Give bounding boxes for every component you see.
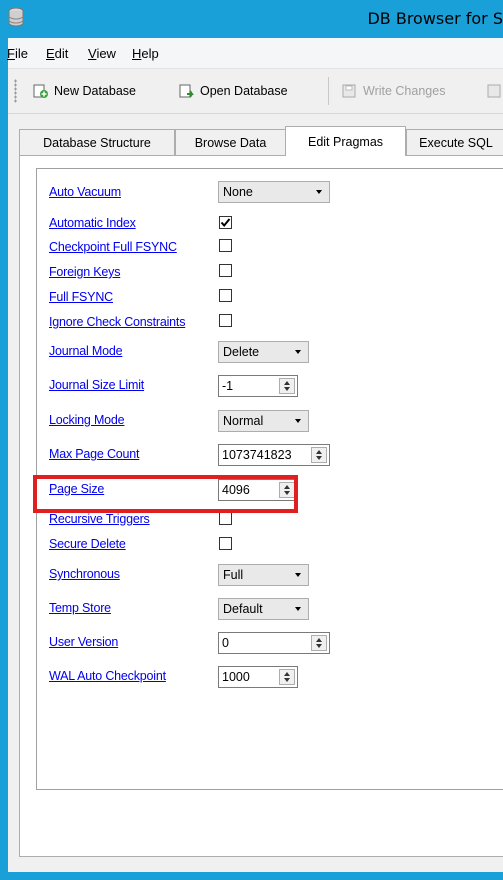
label-max-page-count[interactable]: Max Page Count [49, 447, 140, 461]
window-title: DB Browser for S [367, 9, 503, 28]
journal-size-limit-value: -1 [222, 379, 234, 393]
highlight-box [33, 475, 298, 513]
synchronous-select[interactable]: Full [218, 564, 309, 586]
wal-auto-checkpoint-value: 1000 [222, 670, 250, 684]
label-foreign-keys[interactable]: Foreign Keys [49, 265, 120, 279]
menu-help-label: elp [141, 46, 159, 61]
label-recursive-triggers[interactable]: Recursive Triggers [49, 512, 150, 526]
foreign-keys-checkbox[interactable] [219, 264, 232, 277]
tab-edit-pragmas[interactable]: Edit Pragmas [285, 126, 406, 156]
open-database-label: Open Database [200, 84, 288, 98]
write-changes-label: Write Changes [363, 84, 446, 98]
checkpoint-full-fsync-checkbox[interactable] [219, 239, 232, 252]
journal-size-limit-spinbox[interactable]: -1 [218, 375, 298, 397]
full-fsync-checkbox[interactable] [219, 289, 232, 302]
toolbar: New Database Open Database Write Changes [8, 69, 503, 114]
label-locking-mode[interactable]: Locking Mode [49, 413, 125, 427]
auto-vacuum-select[interactable]: None [218, 181, 330, 203]
chevron-down-icon [316, 190, 322, 194]
spin-down-icon [316, 456, 322, 460]
max-page-count-spinbox[interactable]: 1073741823 [218, 444, 330, 466]
app-frame: DB Browser for S File Edit View Help New… [0, 0, 503, 880]
ignore-check-constraints-checkbox[interactable] [219, 314, 232, 327]
menu-bar: File Edit View Help [7, 38, 503, 69]
user-version-value: 0 [222, 636, 229, 650]
menu-file-label: ile [14, 46, 28, 61]
revert-changes-button[interactable] [486, 81, 503, 101]
spin-buttons[interactable] [311, 635, 327, 651]
new-database-label: New Database [54, 84, 136, 98]
menu-view[interactable]: View [88, 46, 116, 61]
spin-up-icon [316, 450, 322, 454]
tab-bar: Database Structure Browse Data Edit Prag… [8, 126, 503, 156]
label-user-version[interactable]: User Version [49, 635, 118, 649]
spin-down-icon [316, 644, 322, 648]
new-database-icon [33, 84, 48, 98]
revert-changes-icon [487, 84, 501, 98]
spin-up-icon [284, 672, 290, 676]
auto-vacuum-value: None [223, 185, 253, 199]
journal-mode-select[interactable]: Delete [218, 341, 309, 363]
label-checkpoint-full-fsync[interactable]: Checkpoint Full FSYNC [49, 240, 177, 254]
menu-edit-mnemonic: E [46, 46, 55, 61]
label-full-fsync[interactable]: Full FSYNC [49, 290, 113, 304]
new-database-button[interactable]: New Database [32, 81, 136, 101]
max-page-count-value: 1073741823 [222, 448, 292, 462]
open-database-icon [179, 84, 194, 98]
tab-execute-sql[interactable]: Execute SQL [406, 129, 503, 155]
locking-mode-value: Normal [223, 414, 264, 428]
menu-help-mnemonic: H [132, 46, 142, 61]
journal-mode-value: Delete [223, 345, 260, 359]
spin-buttons[interactable] [279, 378, 295, 394]
wal-auto-checkpoint-spinbox[interactable]: 1000 [218, 666, 298, 688]
label-wal-auto-checkpoint[interactable]: WAL Auto Checkpoint [49, 669, 166, 683]
database-app-icon [8, 7, 24, 27]
toolbar-separator [328, 77, 329, 105]
label-journal-size-limit[interactable]: Journal Size Limit [49, 378, 144, 392]
menu-file[interactable]: File [7, 46, 28, 61]
spin-up-icon [284, 381, 290, 385]
label-automatic-index[interactable]: Automatic Index [49, 216, 136, 230]
open-database-button[interactable]: Open Database [178, 81, 288, 101]
spin-buttons[interactable] [311, 447, 327, 463]
menu-edit-label: dit [54, 46, 69, 61]
temp-store-select[interactable]: Default [218, 598, 309, 620]
title-bar[interactable]: DB Browser for S [0, 0, 503, 38]
label-auto-vacuum[interactable]: Auto Vacuum [49, 185, 121, 199]
menu-edit[interactable]: Edit [46, 46, 68, 61]
spin-buttons[interactable] [279, 669, 295, 685]
user-version-spinbox[interactable]: 0 [218, 632, 330, 654]
spin-down-icon [284, 387, 290, 391]
menu-file-mnemonic: F [7, 46, 15, 61]
toolbar-grip[interactable] [14, 79, 17, 103]
write-changes-icon [342, 84, 356, 98]
chevron-down-icon [295, 350, 301, 354]
locking-mode-select[interactable]: Normal [218, 410, 309, 432]
label-secure-delete[interactable]: Secure Delete [49, 537, 126, 551]
write-changes-button[interactable]: Write Changes [341, 81, 445, 101]
label-synchronous[interactable]: Synchronous [49, 567, 120, 581]
synchronous-value: Full [223, 568, 244, 582]
tab-browse-data[interactable]: Browse Data [175, 129, 286, 155]
chevron-down-icon [295, 419, 301, 423]
secure-delete-checkbox[interactable] [219, 537, 232, 550]
checkmark-icon [220, 218, 231, 228]
menu-view-label: iew [96, 46, 116, 61]
label-ignore-check-constraints[interactable]: Ignore Check Constraints [49, 315, 185, 329]
temp-store-value: Default [223, 602, 263, 616]
label-temp-store[interactable]: Temp Store [49, 601, 111, 615]
tab-database-structure[interactable]: Database Structure [19, 129, 175, 155]
label-journal-mode[interactable]: Journal Mode [49, 344, 123, 358]
spin-up-icon [316, 638, 322, 642]
spin-down-icon [284, 678, 290, 682]
chevron-down-icon [295, 607, 301, 611]
chevron-down-icon [295, 573, 301, 577]
recursive-triggers-checkbox[interactable] [219, 512, 232, 525]
menu-help[interactable]: Help [132, 46, 159, 61]
automatic-index-checkbox[interactable] [219, 216, 232, 229]
